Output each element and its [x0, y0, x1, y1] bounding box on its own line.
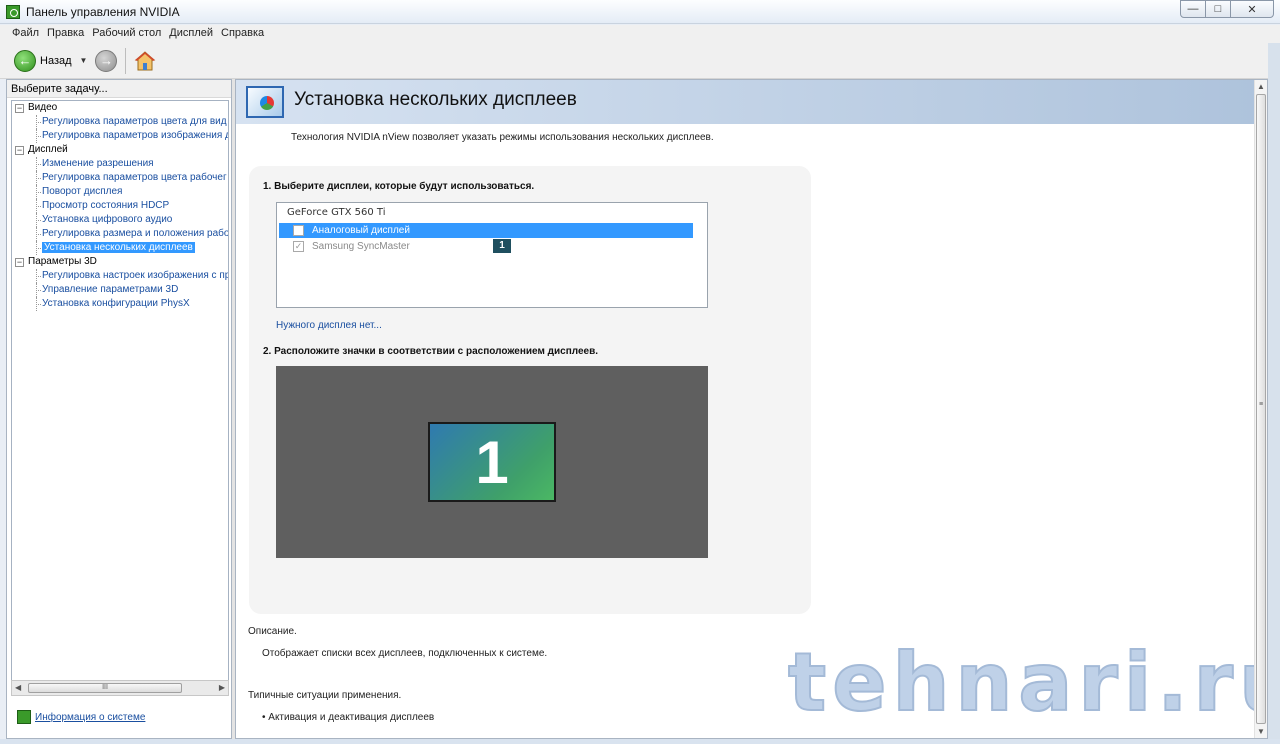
- system-info: Информация о системе: [17, 710, 145, 724]
- toolbar: ← Назад ▼ →: [0, 43, 1280, 79]
- menu-desktop[interactable]: Рабочий стол: [88, 25, 165, 43]
- display-name: Аналоговый дисплей: [312, 225, 410, 236]
- tree-category-label: Дисплей: [28, 144, 68, 155]
- window-title: Панель управления NVIDIA: [26, 5, 180, 19]
- task-panel: Выберите задачу... − Видео Регулировка па…: [6, 79, 232, 739]
- tree-item-selected[interactable]: Установка нескольких дисплеев: [12, 241, 228, 255]
- vertical-scrollbar[interactable]: ▲ ≡ ▼: [1254, 80, 1267, 738]
- window-controls: — □ ✕: [1180, 0, 1274, 18]
- step1-label: 1. Выберите дисплеи, которые будут испол…: [263, 181, 535, 192]
- tree-item[interactable]: Регулировка параметров изображения д: [12, 129, 228, 143]
- page-header: Установка нескольких дисплеев: [236, 80, 1256, 124]
- scroll-right-icon[interactable]: ▶: [219, 683, 225, 692]
- monitor-tile-1[interactable]: 1: [428, 422, 556, 502]
- scroll-down-icon[interactable]: ▼: [1257, 727, 1265, 736]
- watermark: tehnari.ru: [787, 635, 1268, 730]
- tree-item[interactable]: Регулировка параметров цвета рабочег: [12, 171, 228, 185]
- title-bar: Панель управления NVIDIA — □ ✕: [0, 0, 1280, 24]
- missing-display-link[interactable]: Нужного дисплея нет...: [276, 320, 382, 331]
- display-checkbox-checked[interactable]: ✓: [293, 241, 304, 252]
- menu-help[interactable]: Справка: [217, 25, 268, 43]
- tree-category-label: Видео: [28, 102, 58, 113]
- content-panel: Установка нескольких дисплеев Технология…: [235, 79, 1268, 739]
- nvidia-icon: [17, 710, 31, 724]
- tree-item[interactable]: Регулировка параметров цвета для вид: [12, 115, 228, 129]
- display-row-analog[interactable]: Аналоговый дисплей: [279, 223, 693, 238]
- minimize-button[interactable]: —: [1180, 0, 1206, 18]
- tree-category-label: Параметры 3D: [28, 256, 97, 267]
- back-icon[interactable]: ←: [14, 49, 36, 72]
- scroll-thumb[interactable]: III: [28, 683, 182, 693]
- display-name: Samsung SyncMaster: [312, 241, 410, 252]
- description-text: Отображает списки всех дисплеев, подключ…: [262, 648, 548, 659]
- menu-bar: Файл Правка Рабочий стол Дисплей Справка: [0, 25, 1280, 43]
- tree-category-3d[interactable]: − Параметры 3D: [12, 255, 228, 269]
- nvidia-app-icon: [6, 5, 20, 19]
- dropdown-icon[interactable]: ▼: [80, 56, 88, 65]
- collapse-icon[interactable]: −: [15, 104, 24, 113]
- maximize-button[interactable]: □: [1205, 0, 1231, 18]
- description-label: Описание.: [248, 626, 297, 637]
- tree-category-video[interactable]: − Видео: [12, 101, 228, 115]
- scroll-up-icon[interactable]: ▲: [1257, 82, 1265, 91]
- back-button[interactable]: Назад: [40, 55, 72, 67]
- scroll-left-icon[interactable]: ◀: [15, 683, 21, 692]
- task-tree: − Видео Регулировка параметров цвета для …: [11, 100, 229, 682]
- step2-label: 2. Расположите значки в соответствии с р…: [263, 346, 598, 357]
- home-icon[interactable]: [134, 50, 156, 72]
- system-info-link[interactable]: Информация о системе: [35, 712, 145, 723]
- tree-item[interactable]: Поворот дисплея: [12, 185, 228, 199]
- multi-display-icon: [246, 86, 284, 118]
- window-frame-right: [1268, 43, 1280, 739]
- usage-item: • Активация и деактивация дисплеев: [262, 712, 435, 723]
- collapse-icon[interactable]: −: [15, 146, 24, 155]
- usage-label: Типичные ситуации применения.: [248, 690, 402, 701]
- menu-file[interactable]: Файл: [8, 25, 43, 43]
- settings-box: 1. Выберите дисплеи, которые будут испол…: [249, 166, 811, 614]
- tree-item[interactable]: Управление параметрами 3D: [12, 283, 228, 297]
- tree-item[interactable]: Регулировка размера и положения рабо: [12, 227, 228, 241]
- display-list[interactable]: GeForce GTX 560 Ti Аналоговый дисплей ✓ …: [276, 202, 708, 308]
- tree-item[interactable]: Установка цифрового аудио: [12, 213, 228, 227]
- menu-edit[interactable]: Правка: [43, 25, 88, 43]
- page-title: Установка нескольких дисплеев: [294, 89, 577, 110]
- collapse-icon[interactable]: −: [15, 258, 24, 267]
- tree-item[interactable]: Установка конфигурации PhysX: [12, 297, 228, 311]
- gpu-name: GeForce GTX 560 Ti: [287, 207, 386, 218]
- menu-display[interactable]: Дисплей: [165, 25, 217, 43]
- intro-text: Технология NVIDIA nView позволяет указат…: [291, 132, 714, 143]
- display-checkbox[interactable]: [293, 225, 304, 236]
- task-panel-header: Выберите задачу...: [7, 80, 231, 98]
- display-number-badge: 1: [493, 239, 511, 253]
- tree-category-display[interactable]: − Дисплей: [12, 143, 228, 157]
- tree-item[interactable]: Просмотр состояния HDCP: [12, 199, 228, 213]
- close-button[interactable]: ✕: [1230, 0, 1274, 18]
- horizontal-scrollbar[interactable]: ◀ III ▶: [11, 680, 229, 696]
- forward-icon[interactable]: →: [95, 49, 118, 72]
- window-frame-bottom: [0, 739, 1280, 744]
- tree-item[interactable]: Регулировка настроек изображения с пр: [12, 269, 228, 283]
- display-arrangement-area[interactable]: 1: [276, 366, 708, 558]
- display-row-samsung[interactable]: ✓ Samsung SyncMaster 1: [279, 239, 693, 254]
- tree-item[interactable]: Изменение разрешения: [12, 157, 228, 171]
- scroll-thumb-vertical[interactable]: ≡: [1256, 94, 1266, 724]
- toolbar-separator: [125, 47, 127, 74]
